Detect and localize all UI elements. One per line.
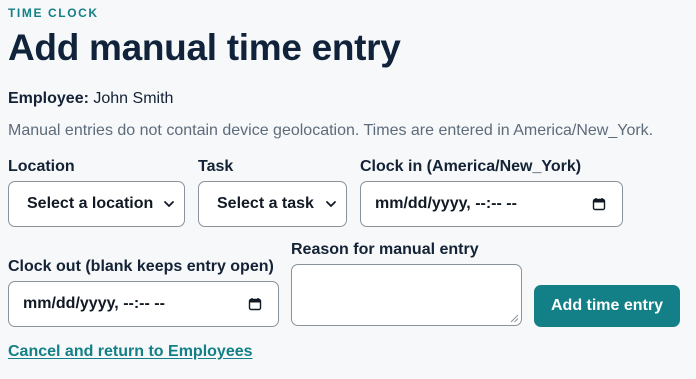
location-select-value: Select a location bbox=[27, 195, 154, 212]
cancel-link[interactable]: Cancel and return to Employees bbox=[8, 343, 253, 361]
employee-name: John Smith bbox=[93, 90, 174, 107]
clock-in-value: mm/dd/yyyy, --:-- -- bbox=[375, 195, 517, 212]
location-select[interactable]: Select a location bbox=[8, 181, 185, 227]
clock-out-value: mm/dd/yyyy, --:-- -- bbox=[23, 295, 165, 312]
resize-grip-icon[interactable] bbox=[510, 314, 519, 323]
clock-in-datetime-input[interactable]: mm/dd/yyyy, --:-- -- bbox=[360, 181, 623, 227]
task-select-value: Select a task bbox=[217, 195, 314, 212]
page-title: Add manual time entry bbox=[8, 27, 401, 68]
reason-label: Reason for manual entry bbox=[291, 241, 479, 258]
task-select[interactable]: Select a task bbox=[198, 181, 347, 227]
calendar-icon[interactable] bbox=[248, 297, 262, 311]
clock-out-label: Clock out (blank keeps entry open) bbox=[8, 258, 274, 275]
clock-out-datetime-input[interactable]: mm/dd/yyyy, --:-- -- bbox=[8, 281, 279, 327]
clock-in-label: Clock in (America/New_York) bbox=[360, 158, 582, 175]
add-time-entry-button[interactable]: Add time entry bbox=[534, 285, 680, 327]
reason-textarea[interactable] bbox=[291, 264, 522, 326]
chevron-down-icon bbox=[164, 201, 174, 207]
geolocation-note: Manual entries do not contain device geo… bbox=[8, 122, 654, 139]
location-label: Location bbox=[8, 158, 75, 175]
task-label: Task bbox=[198, 158, 234, 175]
calendar-icon[interactable] bbox=[592, 197, 606, 211]
employee-info: Employee: John Smith bbox=[8, 90, 173, 108]
chevron-down-icon bbox=[326, 201, 336, 207]
section-eyebrow: TIME CLOCK bbox=[8, 6, 99, 20]
employee-label: Employee: bbox=[8, 90, 89, 107]
